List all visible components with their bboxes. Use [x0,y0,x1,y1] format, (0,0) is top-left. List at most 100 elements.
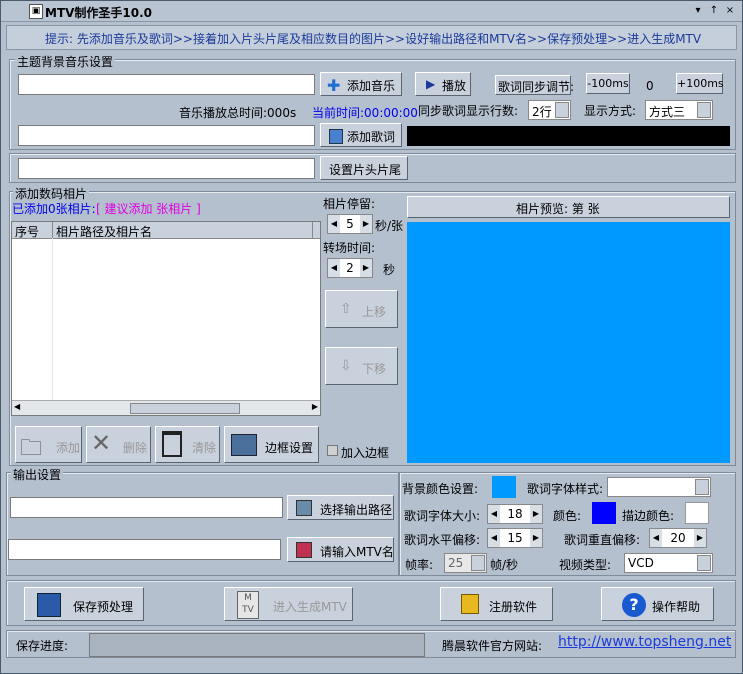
select-output-path-button[interactable]: 选择输出路径 [287,495,394,520]
sync-rows-label: 同步歌词显示行数: [418,104,519,118]
play-label: 播放 [442,79,467,93]
add-lyrics-button[interactable]: 添加歌词 [320,123,402,147]
help-button[interactable]: ? 操作帮助 [601,587,714,621]
stroke-color-swatch[interactable] [685,502,709,524]
progress-label: 保存进度: [16,639,69,653]
suggest-label: [ 建议添加 张相片 ] [96,202,201,216]
added-count-label: 已添加0张相片: [12,202,96,216]
main-window: ▣ MTV制作圣手10.0 ▾ ↑ × 提示: 先添加音乐及歌词>>接着加入片头… [0,0,743,674]
help-icon: ? [622,593,646,617]
output-group-label: 输出设置 [11,466,64,483]
scroll-left-icon[interactable]: ◀ [14,402,20,411]
dropdown-icon [695,479,709,495]
column-index[interactable]: 序号 [15,223,39,240]
site-label: 腾晨软件官方网站: [442,639,543,653]
move-up-button[interactable]: ⇧ 上移 [325,290,398,328]
folder-icon: 🗀 [20,436,43,461]
save-preprocess-button[interactable]: 保存预处理 [24,587,144,621]
h-offset-spinner[interactable]: ◀ 15 ▶ [487,528,543,548]
music-group-label: 主题背景音乐设置 [15,53,116,70]
display-mode-select[interactable]: 方式三 [645,100,713,120]
photo-list[interactable]: 序号 相片路径及相片名 ◀ ▶ [11,221,321,416]
lyrics-icon [329,129,343,144]
play-button[interactable]: ▶ 播放 [415,72,471,96]
play-icon: ▶ [426,77,436,91]
mtv-name-input[interactable] [8,539,281,560]
stroke-color-label: 描边颜色: [622,509,675,523]
save-progress-bar [89,633,425,657]
increment-icon[interactable]: ▶ [360,259,372,277]
website-link[interactable]: http://www.topsheng.net [558,634,731,650]
hint-text: 提示: 先添加音乐及歌词>>接着加入片头片尾及相应数目的图片>>设好输出路径和M… [45,32,702,46]
increment-icon[interactable]: ▶ [530,505,542,523]
dropdown-icon [697,102,711,118]
transition-spinner[interactable]: ◀ 2 ▶ [327,258,373,278]
fps-unit: 帧/秒 [490,558,519,572]
sync-value: 0 [646,79,654,93]
plus-icon: ✚ [327,76,341,95]
increment-icon[interactable]: ▶ [530,529,542,547]
video-type-select[interactable]: VCD [624,553,713,573]
scroll-right-icon[interactable]: ▶ [312,402,318,411]
floppy-disk-icon [37,593,61,617]
v-offset-spinner[interactable]: ◀ 20 ▶ [649,528,707,548]
transition-unit: 秒 [383,263,396,277]
add-lyrics-label: 添加歌词 [347,130,396,144]
head-tail-input[interactable] [18,158,315,179]
set-head-tail-button[interactable]: 设置片头片尾 [320,156,408,180]
font-color-swatch[interactable] [592,502,616,524]
sync-plus-button[interactable]: +100ms [676,73,724,94]
mtv-name-button[interactable]: 请输入MTV名 [287,537,394,562]
hint-bar: 提示: 先添加音乐及歌词>>接着加入片头片尾及相应数目的图片>>设好输出路径和M… [6,25,737,50]
film-icon: M TV [237,591,259,619]
sync-minus-button[interactable]: -100ms [586,73,630,94]
font-size-spinner[interactable]: ◀ 18 ▶ [487,504,543,524]
font-size-label: 歌词字体大小: [404,509,481,523]
add-border-checkbox[interactable] [327,445,338,456]
border-settings-button[interactable]: 边框设置 [224,426,319,463]
stay-unit: 秒/张 [375,219,404,233]
delete-photo-button[interactable]: ✕ 删除 [86,426,151,463]
font-style-select[interactable] [607,477,711,497]
arrow-down-icon: ⇩ [340,358,352,374]
generate-mtv-button[interactable]: M TV 进入生成MTV [224,587,353,621]
add-music-button[interactable]: ✚ 添加音乐 [320,72,402,96]
fps-input[interactable]: 25 [444,553,487,573]
restore-icon[interactable]: ↑ [707,4,721,17]
display-mode-label: 显示方式: [584,104,637,118]
current-time-label: 当前时间:00:00:00 [312,106,418,120]
increment-icon[interactable]: ▶ [694,529,706,547]
stay-spinner[interactable]: ◀ 5 ▶ [327,214,373,234]
add-music-label: 添加音乐 [347,79,396,93]
lyrics-path-input[interactable] [18,125,315,146]
menu-icon[interactable]: ▾ [691,4,705,17]
dropdown-icon [555,102,569,118]
window-title: MTV制作圣手10.0 [45,6,153,20]
move-down-button[interactable]: ⇩ 下移 [325,347,398,385]
sync-rows-select[interactable]: 2行 [528,100,571,120]
trash-icon [162,431,182,457]
total-time-label: 音乐播放总时间:000s [179,106,297,120]
v-offset-label: 歌词重直偏移: [564,533,641,547]
path-icon [296,500,312,516]
sync-adjust-label: 歌词同步调节: [495,75,574,95]
stay-label: 相片停留: [323,197,376,211]
list-scrollbar[interactable]: ◀ ▶ [12,400,320,415]
bg-color-swatch[interactable] [492,476,516,498]
delete-x-icon: ✕ [91,429,112,457]
output-path-input[interactable] [10,497,283,518]
add-border-label: 加入边框 [341,446,390,460]
clear-photos-button[interactable]: 清除 [155,426,220,463]
music-path-input[interactable] [18,74,315,95]
photo-preview [407,222,730,463]
dropdown-icon [471,555,485,571]
h-offset-label: 歌词水平偏移: [404,533,481,547]
color-label: 颜色: [553,509,582,523]
add-photo-button[interactable]: 🗀 添加 [15,426,82,463]
list-header: 序号 相片路径及相片名 [12,222,320,239]
increment-icon[interactable]: ▶ [360,215,372,233]
title-bar: ▣ MTV制作圣手10.0 ▾ ↑ × [1,1,742,22]
register-button[interactable]: 注册软件 [440,587,553,621]
column-path[interactable]: 相片路径及相片名 [56,223,152,240]
close-icon[interactable]: × [723,4,737,17]
